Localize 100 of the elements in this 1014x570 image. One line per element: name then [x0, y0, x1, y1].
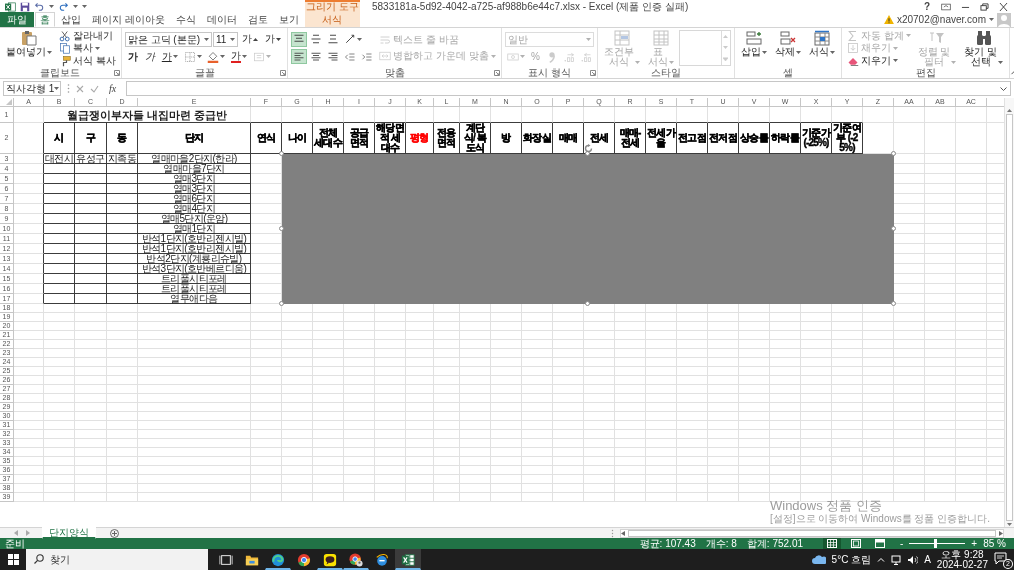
start-icon[interactable]	[7, 554, 19, 565]
caret-icon	[241, 55, 247, 59]
scroll-right-icon[interactable]	[998, 530, 1003, 536]
help-button[interactable]: ?	[922, 0, 931, 13]
caret-icon	[253, 37, 259, 41]
account-name[interactable]: x20702@naver.com	[896, 13, 986, 26]
resize-handle[interactable]	[584, 150, 590, 156]
dialog-launcher-icon[interactable]	[589, 70, 596, 76]
ribbon-tab[interactable]: 페이지 레이아웃	[87, 12, 170, 27]
notification-icon[interactable]	[994, 551, 1007, 564]
caret-icon	[761, 51, 767, 54]
dropdown-field[interactable]: 맑은 고딕 (본문)	[124, 31, 212, 47]
ribbon-tab[interactable]: 파일	[0, 12, 34, 27]
merge-cells-icon	[379, 50, 392, 63]
cloud-icon[interactable]	[811, 555, 826, 564]
ribbon-button[interactable]: 가	[227, 49, 250, 65]
next-sheet-icon[interactable]	[26, 530, 30, 536]
taskbar-button[interactable]	[395, 549, 421, 570]
close-icon[interactable]	[999, 2, 1008, 11]
ribbon-tab[interactable]: 서식	[304, 12, 360, 27]
search-field[interactable]: 찾기	[26, 549, 208, 570]
redo-icon[interactable]	[58, 2, 69, 11]
zoom-in-button[interactable]: +	[968, 537, 981, 550]
ribbon-button[interactable]: 복사	[57, 42, 102, 54]
ribbon-tab[interactable]: 검토	[242, 12, 273, 27]
ribbon-button[interactable]	[291, 49, 308, 65]
table-cell: 유성구	[75, 154, 107, 164]
ribbon-options-icon[interactable]	[941, 2, 951, 11]
slider-thumb[interactable]	[933, 539, 937, 548]
weather-text[interactable]: 5°C 흐림	[831, 554, 872, 565]
ribbon-button[interactable]: 지우기	[844, 54, 900, 67]
ribbon-button[interactable]: 삽입	[737, 29, 770, 67]
context-tab-label: 그리기 도구	[304, 0, 360, 12]
resize-handle[interactable]	[278, 300, 284, 306]
undo-icon[interactable]	[34, 2, 45, 11]
ribbon-tab[interactable]: 수식	[170, 12, 201, 27]
dropdown-field[interactable]: 11	[213, 31, 239, 47]
ribbon-tab[interactable]: 홈	[35, 12, 55, 27]
caret-icon	[668, 61, 674, 64]
ribbon-button[interactable]: 가	[262, 31, 285, 47]
paint-bucket-icon	[206, 50, 219, 63]
activation-title: Windows 정품 인증	[770, 499, 882, 513]
clock-time[interactable]: 오후 9:28	[941, 549, 984, 560]
phonetic-guide-icon	[252, 50, 265, 63]
resize-handle[interactable]	[584, 300, 590, 306]
ribbon-button[interactable]: 가	[158, 49, 181, 65]
add-sheet-icon[interactable]	[110, 528, 119, 538]
ribbon-button[interactable]: 서식 복사	[57, 54, 118, 67]
ime-indicator[interactable]: A	[924, 554, 931, 565]
resize-handle[interactable]	[278, 225, 284, 231]
caret-icon	[204, 37, 209, 41]
save-icon[interactable]	[20, 1, 30, 12]
ribbon-button[interactable]	[291, 31, 308, 47]
ribbon-tab[interactable]: 삽입	[56, 12, 86, 27]
header-cell: 구	[75, 123, 107, 154]
restore-icon[interactable]	[980, 2, 989, 11]
caret-icon	[998, 61, 1004, 64]
cancel-icon[interactable]	[76, 84, 84, 93]
chevron-up-icon[interactable]	[877, 557, 886, 562]
dialog-launcher-icon[interactable]	[493, 70, 500, 76]
network-icon[interactable]	[891, 554, 902, 565]
function-button[interactable]: fx	[105, 82, 121, 95]
resize-handle[interactable]	[278, 150, 284, 156]
zoom-level[interactable]: 85 %	[980, 537, 1009, 550]
expand-icon[interactable]	[1000, 86, 1007, 91]
ribbon-button[interactable]: 잘라내기	[57, 29, 115, 42]
ribbon-button[interactable]: 가	[141, 49, 158, 65]
resize-handle[interactable]	[890, 150, 896, 156]
caret-icon	[634, 61, 640, 64]
ribbon-button[interactable]: 가	[124, 49, 141, 65]
scroll-left-icon[interactable]	[621, 530, 626, 536]
ribbon-tab[interactable]: 보기	[273, 12, 304, 27]
formula-field[interactable]	[126, 81, 1011, 96]
clock-date[interactable]: 2024-02-27	[936, 559, 988, 570]
scroll-thumb[interactable]	[1006, 114, 1013, 521]
ribbon-tab[interactable]: 데이터	[201, 12, 242, 27]
vertical-scrollbar[interactable]	[1004, 98, 1014, 527]
ribbon-button[interactable]: 서식	[805, 29, 838, 67]
dialog-launcher-icon[interactable]	[113, 70, 120, 76]
ribbon-button[interactable]: 찾기 및 선택	[961, 29, 1007, 67]
previous-sheet-icon[interactable]	[14, 530, 18, 536]
group-label: 글꼴	[194, 67, 215, 78]
resize-handle[interactable]	[890, 225, 896, 231]
ribbon-button[interactable]: 붙여넣기	[3, 29, 55, 67]
zoom-out-button[interactable]: -	[897, 537, 907, 550]
ribbon-button[interactable]: 가	[239, 31, 262, 47]
speaker-icon[interactable]	[907, 554, 919, 565]
resize-handle[interactable]	[890, 300, 896, 306]
view-button[interactable]	[823, 538, 841, 549]
sheet-tab[interactable]: 단지양식	[42, 527, 96, 539]
name-box[interactable]: 직사각형 1	[3, 81, 61, 96]
group-label: 스타일	[650, 67, 681, 78]
rotate-handle-icon[interactable]	[583, 144, 593, 153]
table-format-icon	[652, 30, 669, 46]
ribbon-button[interactable]: 삭제	[771, 29, 804, 67]
scroll-thumb[interactable]	[628, 529, 996, 537]
dialog-launcher-icon[interactable]	[280, 70, 287, 76]
enter-icon[interactable]	[90, 84, 99, 93]
grip-icon[interactable]	[67, 83, 70, 94]
horizontal-scrollbar[interactable]	[620, 528, 1004, 538]
